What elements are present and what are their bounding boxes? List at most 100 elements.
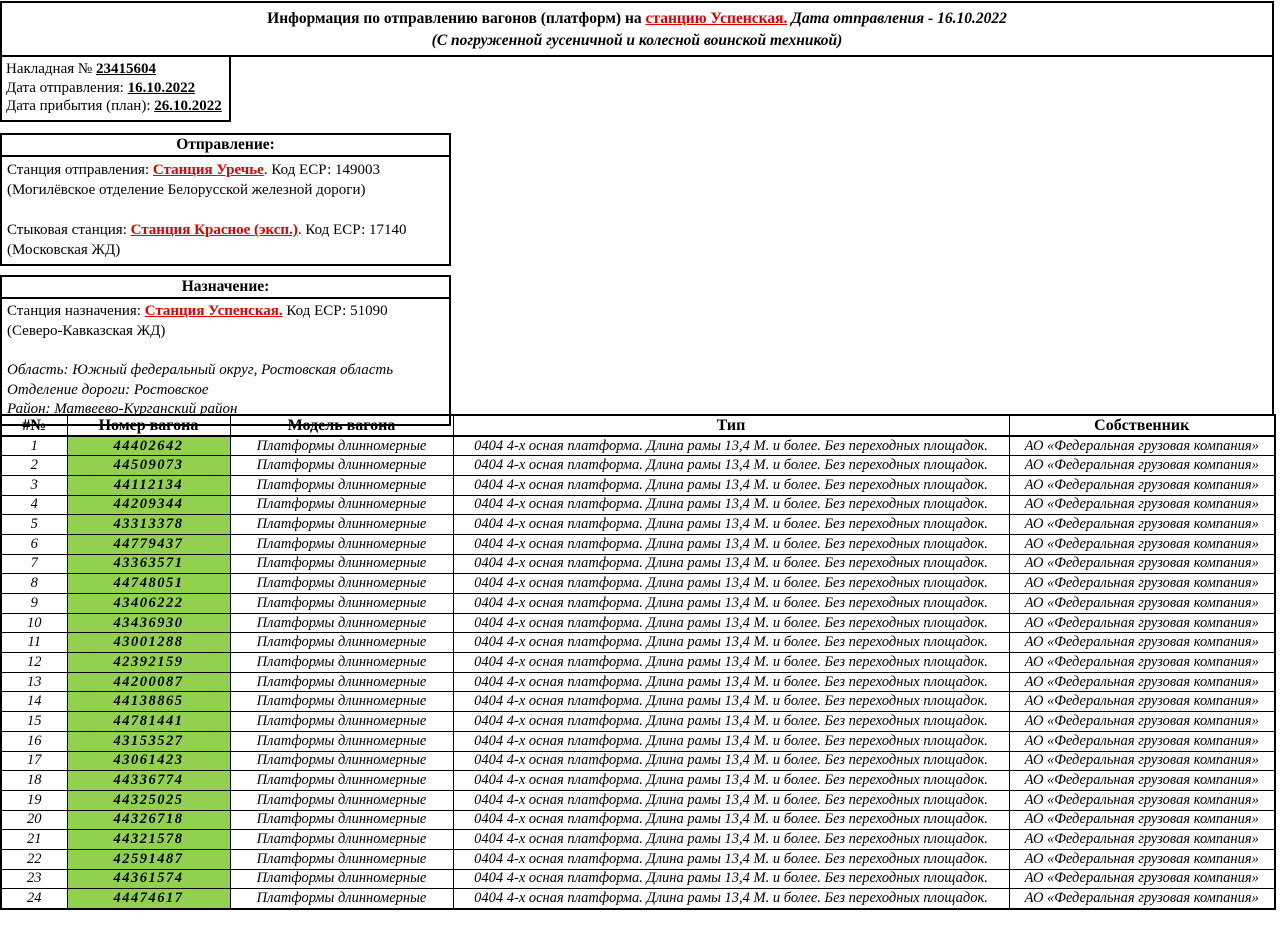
departure-box-header: Отправление:: [2, 135, 449, 157]
wagon-type-cell: 0404 4-х осная платформа. Длина рамы 13,…: [453, 436, 1009, 456]
wagon-number-cell: 42392159: [67, 653, 230, 673]
wagon-type-cell: 0404 4-х осная платформа. Длина рамы 13,…: [453, 830, 1009, 850]
destination-box-header: Назначение:: [2, 277, 449, 299]
waybill-arrival-label: Дата прибытия (план):: [6, 98, 154, 114]
wagon-owner-cell: АО «Федеральная грузовая компания»: [1009, 672, 1275, 692]
header-index: #№: [1, 415, 67, 436]
wagon-owner-cell: АО «Федеральная грузовая компания»: [1009, 712, 1275, 732]
table-row: 1344200087Платформы длинномерные0404 4-х…: [1, 672, 1275, 692]
wagon-owner-cell: АО «Федеральная грузовая компания»: [1009, 869, 1275, 889]
departure-station-note: (Могилёвское отделение Белорусской желез…: [7, 180, 444, 200]
wagon-owner-cell: АО «Федеральная грузовая компания»: [1009, 456, 1275, 476]
wagon-owner-cell: АО «Федеральная грузовая компания»: [1009, 849, 1275, 869]
departure-station-code: . Код ЕСР: 149003: [264, 162, 380, 178]
wagon-number-cell: 44321578: [67, 830, 230, 850]
wagon-number-cell: 43363571: [67, 554, 230, 574]
header-wagon-number: Номер вагона: [67, 415, 230, 436]
wagon-type-cell: 0404 4-х осная платформа. Длина рамы 13,…: [453, 633, 1009, 653]
wagon-number-cell: 44781441: [67, 712, 230, 732]
wagon-model-cell: Платформы длинномерные: [230, 495, 453, 515]
wagon-model-cell: Платформы длинномерные: [230, 534, 453, 554]
wagon-type-cell: 0404 4-х осная платформа. Длина рамы 13,…: [453, 692, 1009, 712]
wagon-owner-cell: АО «Федеральная грузовая компания»: [1009, 495, 1275, 515]
wagon-type-cell: 0404 4-х осная платформа. Длина рамы 13,…: [453, 574, 1009, 594]
destination-station-code: Код ЕСР: 51090: [283, 303, 388, 319]
row-index-cell: 4: [1, 495, 67, 515]
row-index-cell: 6: [1, 534, 67, 554]
table-row: 444209344Платформы длинномерные0404 4-х …: [1, 495, 1275, 515]
wagon-type-cell: 0404 4-х осная платформа. Длина рамы 13,…: [453, 456, 1009, 476]
wagon-model-cell: Платформы длинномерные: [230, 475, 453, 495]
wagon-number-cell: 44402642: [67, 436, 230, 456]
wagon-model-cell: Платформы длинномерные: [230, 594, 453, 614]
wagon-model-cell: Платформы длинномерные: [230, 613, 453, 633]
wagon-type-cell: 0404 4-х осная платформа. Длина рамы 13,…: [453, 653, 1009, 673]
wagon-model-cell: Платформы длинномерные: [230, 751, 453, 771]
page-subtitle: (С погруженной гусеничной и колесной вои…: [2, 30, 1272, 52]
wagon-model-cell: Платформы длинномерные: [230, 633, 453, 653]
table-row: 1944325025Платформы длинномерные0404 4-х…: [1, 790, 1275, 810]
wagon-type-cell: 0404 4-х осная платформа. Длина рамы 13,…: [453, 534, 1009, 554]
junction-station-line: Стыковая станция: Станция Красное (эксп.…: [7, 220, 444, 240]
table-row: 844748051Платформы длинномерные0404 4-х …: [1, 574, 1275, 594]
row-index-cell: 1: [1, 436, 67, 456]
waybill-departure-value: 16.10.2022: [128, 80, 196, 96]
wagon-model-cell: Платформы длинномерные: [230, 771, 453, 791]
junction-station-link: Станция Красное (эксп.): [131, 222, 298, 238]
table-row: 743363571Платформы длинномерные0404 4-х …: [1, 554, 1275, 574]
table-row: 2044326718Платформы длинномерные0404 4-х…: [1, 810, 1275, 830]
wagon-table-body: 144402642Платформы длинномерные0404 4-х …: [1, 436, 1275, 909]
wagon-type-cell: 0404 4-х осная платформа. Длина рамы 13,…: [453, 554, 1009, 574]
table-row: 1743061423Платформы длинномерные0404 4-х…: [1, 751, 1275, 771]
wagon-model-cell: Платформы длинномерные: [230, 810, 453, 830]
wagon-type-cell: 0404 4-х осная платформа. Длина рамы 13,…: [453, 475, 1009, 495]
wagon-model-cell: Платформы длинномерные: [230, 830, 453, 850]
departure-box: Отправление: Станция отправления: Станци…: [0, 133, 451, 266]
wagon-type-cell: 0404 4-х осная платформа. Длина рамы 13,…: [453, 889, 1009, 909]
wagon-number-cell: 43061423: [67, 751, 230, 771]
table-row: 2444474617Платформы длинномерные0404 4-х…: [1, 889, 1275, 909]
row-index-cell: 18: [1, 771, 67, 791]
wagon-model-cell: Платформы длинномерные: [230, 554, 453, 574]
wagon-owner-cell: АО «Федеральная грузовая компания»: [1009, 771, 1275, 791]
spacer: [7, 200, 444, 220]
row-index-cell: 2: [1, 456, 67, 476]
wagon-number-cell: 43153527: [67, 731, 230, 751]
row-index-cell: 12: [1, 653, 67, 673]
wagon-owner-cell: АО «Федеральная грузовая компания»: [1009, 613, 1275, 633]
wagon-number-cell: 44209344: [67, 495, 230, 515]
row-index-cell: 23: [1, 869, 67, 889]
wagon-owner-cell: АО «Федеральная грузовая компания»: [1009, 751, 1275, 771]
wagon-number-cell: 43406222: [67, 594, 230, 614]
wagon-number-cell: 43001288: [67, 633, 230, 653]
row-index-cell: 9: [1, 594, 67, 614]
wagon-number-cell: 42591487: [67, 849, 230, 869]
junction-station-note: (Московская ЖД): [7, 240, 444, 260]
row-index-cell: 22: [1, 849, 67, 869]
wagon-model-cell: Платформы длинномерные: [230, 692, 453, 712]
wagon-model-cell: Платформы длинномерные: [230, 731, 453, 751]
row-index-cell: 14: [1, 692, 67, 712]
wagon-owner-cell: АО «Федеральная грузовая компания»: [1009, 594, 1275, 614]
waybill-arrival-line: Дата прибытия (план): 26.10.2022: [6, 97, 225, 116]
wagon-model-cell: Платформы длинномерные: [230, 869, 453, 889]
wagon-number-cell: 43436930: [67, 613, 230, 633]
departure-station-label: Станция отправления:: [7, 162, 153, 178]
wagon-type-cell: 0404 4-х осная платформа. Длина рамы 13,…: [453, 751, 1009, 771]
wagon-model-cell: Платформы длинномерные: [230, 574, 453, 594]
destination-region: Область: Южный федеральный округ, Ростов…: [7, 361, 444, 381]
header-wagon-model: Модель вагона: [230, 415, 453, 436]
wagon-number-cell: 44326718: [67, 810, 230, 830]
table-row: 1844336774Платформы длинномерные0404 4-х…: [1, 771, 1275, 791]
row-index-cell: 19: [1, 790, 67, 810]
row-index-cell: 20: [1, 810, 67, 830]
table-row: 2344361574Платформы длинномерные0404 4-х…: [1, 869, 1275, 889]
table-row: 644779437Платформы длинномерные0404 4-х …: [1, 534, 1275, 554]
wagon-model-cell: Платформы длинномерные: [230, 456, 453, 476]
header-type: Тип: [453, 415, 1009, 436]
row-index-cell: 7: [1, 554, 67, 574]
wagon-type-cell: 0404 4-х осная платформа. Длина рамы 13,…: [453, 810, 1009, 830]
wagon-owner-cell: АО «Федеральная грузовая компания»: [1009, 515, 1275, 535]
wagon-model-cell: Платформы длинномерные: [230, 790, 453, 810]
row-index-cell: 3: [1, 475, 67, 495]
